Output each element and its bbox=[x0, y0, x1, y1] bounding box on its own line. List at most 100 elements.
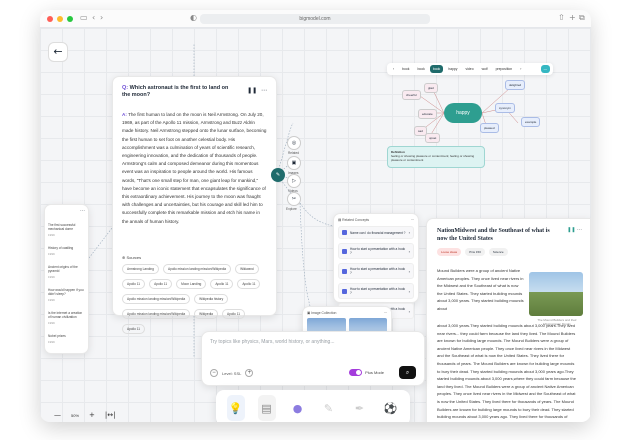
mindmap-node[interactable]: pleased bbox=[480, 123, 499, 133]
source-chip[interactable]: Apollo 11 bbox=[149, 279, 173, 289]
list-item[interactable]: Ancient origins of the pyramid 1999 bbox=[48, 265, 85, 279]
related-concepts-card: ▤ Related Concepts ⋯ Name can I do finan… bbox=[333, 213, 419, 319]
pen-icon[interactable]: ✒ bbox=[351, 395, 369, 421]
sidebar-icon[interactable]: ▭ bbox=[80, 13, 88, 22]
source-chip[interactable]: Apollo 11 bbox=[122, 279, 146, 289]
images-title: ▣ Image Collection ⋯ bbox=[307, 311, 387, 315]
back-button[interactable]: ← bbox=[48, 42, 68, 62]
source-chip[interactable]: Apollo 11 bbox=[221, 309, 246, 319]
mindmap-node[interactable]: cheerful bbox=[402, 90, 421, 100]
keyword-tab[interactable]: book bbox=[415, 65, 428, 73]
pause-icon[interactable]: ❚❚ bbox=[247, 87, 257, 94]
tab-next-icon[interactable]: › bbox=[517, 65, 524, 73]
tabs-icon[interactable]: ⧉ bbox=[579, 13, 585, 23]
prompt-box[interactable]: Try topics like physics, Mars, world his… bbox=[201, 331, 425, 386]
bulb-icon[interactable]: 💡 bbox=[226, 395, 245, 421]
list-item[interactable]: Is the internet a creation of human civi… bbox=[48, 311, 85, 325]
videos-node[interactable]: ▷ bbox=[287, 174, 301, 188]
back-icon[interactable]: ‹ bbox=[92, 13, 95, 22]
related-item[interactable]: How to start a presentation with a hook … bbox=[338, 263, 414, 279]
card-icon[interactable]: ▤ bbox=[257, 395, 276, 421]
article-body: about 3,000 years.They started building … bbox=[437, 323, 576, 422]
keyword-tab[interactable]: wolf bbox=[479, 65, 491, 73]
more-icon[interactable]: ⋯ bbox=[48, 208, 85, 214]
zoom-out-button[interactable]: — bbox=[54, 411, 61, 419]
related-node[interactable]: ◎ bbox=[287, 136, 301, 150]
forward-icon[interactable]: › bbox=[100, 13, 103, 22]
expand-hub[interactable]: ✎ bbox=[271, 168, 285, 182]
mindmap-node[interactable]: delighted bbox=[505, 80, 526, 90]
source-chip[interactable]: Wikiwand bbox=[235, 264, 259, 274]
shield-icon: ◐ bbox=[190, 13, 197, 22]
list-item[interactable]: Nobel prizes 1999 bbox=[48, 334, 85, 344]
article-tag[interactable]: Pins 150 bbox=[465, 248, 485, 256]
search-button[interactable]: ⌕ bbox=[399, 366, 416, 379]
new-tab-icon[interactable]: + bbox=[569, 13, 576, 22]
qa-card: Q: Which astronaut is the first to land … bbox=[112, 76, 277, 334]
source-chip[interactable]: Apollo mission landing mission/Wikipedia bbox=[162, 264, 232, 274]
related-item[interactable]: Name can I do financial management ? › bbox=[338, 226, 414, 239]
tool-dock: 💡 ▤ ● ✎ ✒ ⚽ bbox=[216, 390, 410, 422]
address-bar[interactable]: bigmodel.com bbox=[200, 14, 430, 24]
mindmap-node[interactable]: example bbox=[521, 117, 541, 127]
article-card: NationMidwest and the Southeast of what … bbox=[426, 218, 591, 422]
list-item[interactable]: How would happen if you didn't sleep? 199… bbox=[48, 288, 85, 302]
increase-level-button[interactable]: + bbox=[245, 369, 254, 377]
card-controls: ❚❚ ⋯ bbox=[247, 87, 267, 94]
list-item[interactable]: History of castling 1999 bbox=[48, 246, 85, 256]
mindmap-node[interactable]: upset bbox=[425, 133, 441, 143]
close-dot[interactable] bbox=[47, 16, 53, 22]
keyword-tab[interactable]: happy bbox=[445, 65, 460, 73]
tab-prev-icon[interactable]: ‹ bbox=[390, 65, 397, 73]
ball-icon[interactable]: ⚽ bbox=[382, 395, 400, 421]
source-chip[interactable]: Wikipedia history bbox=[194, 294, 229, 304]
mindmap-node[interactable]: synonym bbox=[495, 103, 516, 113]
more-icon[interactable]: ⋯ bbox=[577, 227, 582, 233]
related-node-label: Related bbox=[288, 151, 299, 155]
article-body: Mound Builders were a group of ancient N… bbox=[437, 268, 524, 311]
related-item[interactable]: How to start a presentation with a hook … bbox=[338, 283, 414, 299]
source-chip[interactable]: Moon Landing bbox=[176, 279, 207, 289]
zoom-controls: — 50% + |↔| bbox=[54, 411, 115, 419]
browser-titlebar: ▭ ‹ › ◐ bigmodel.com ⇧ + ⧉ bbox=[40, 10, 591, 28]
source-chip[interactable]: Armstrong Landing bbox=[122, 264, 159, 274]
assistant-icon[interactable]: ● bbox=[289, 395, 307, 421]
plus-mode-toggle[interactable]: Plus Mode bbox=[349, 369, 384, 376]
decrease-level-button[interactable]: − bbox=[210, 369, 218, 377]
definition-box: Definition feeling or showing pleasure o… bbox=[387, 146, 485, 168]
source-chip[interactable]: Apollo 11 bbox=[122, 324, 146, 334]
minimize-dot[interactable] bbox=[57, 16, 63, 22]
fit-button[interactable]: |↔| bbox=[105, 411, 116, 419]
keyword-tab-active[interactable]: book bbox=[429, 65, 444, 73]
article-tag[interactable]: Loose ideas bbox=[437, 248, 462, 256]
source-chip[interactable]: Apollo 11 bbox=[210, 279, 234, 289]
maximize-dot[interactable] bbox=[67, 16, 73, 22]
keyword-tab[interactable]: book bbox=[399, 65, 412, 73]
source-chip[interactable]: Apollo 11 bbox=[237, 279, 261, 289]
zoom-in-button[interactable]: + bbox=[89, 411, 95, 419]
source-chip[interactable]: Wikipedia bbox=[194, 309, 218, 319]
images-node[interactable]: ▣ bbox=[287, 156, 301, 170]
article-tag[interactable]: Science bbox=[488, 248, 508, 256]
keyword-tab[interactable]: preposition bbox=[493, 65, 516, 73]
source-chip[interactable]: Apollo mission landing mission/Wikipedia bbox=[122, 309, 191, 319]
source-chip[interactable]: Apollo mission landing mission/Wikipedia bbox=[122, 294, 191, 304]
mindmap-node[interactable]: glad bbox=[424, 83, 438, 93]
mindmap-center[interactable]: happy bbox=[444, 103, 482, 123]
add-tab-button[interactable]: — bbox=[540, 65, 550, 73]
more-icon[interactable]: ⋯ bbox=[384, 311, 387, 315]
explore-node[interactable]: ✂ bbox=[287, 192, 301, 206]
pause-icon[interactable]: ❚❚ bbox=[567, 227, 575, 233]
pencil-icon[interactable]: ✎ bbox=[320, 395, 338, 421]
keyword-tab[interactable]: video bbox=[462, 65, 476, 73]
more-icon[interactable]: ⋯ bbox=[261, 87, 267, 94]
answer: A: The first human to land on the moon i… bbox=[122, 112, 267, 224]
mindmap-node[interactable]: educate bbox=[418, 109, 437, 119]
related-item[interactable]: How to start a presentation with a hook … bbox=[338, 243, 414, 259]
more-icon[interactable]: ⋯ bbox=[411, 218, 414, 222]
mound-image[interactable] bbox=[529, 272, 583, 316]
list-item[interactable]: The first successful mechanical dome 1999 bbox=[48, 223, 85, 237]
share-icon[interactable]: ⇧ bbox=[558, 13, 565, 22]
prompt-input[interactable]: Try topics like physics, Mars, world his… bbox=[210, 339, 416, 345]
canvas[interactable]: ← Q: Which astronaut is the first to lan… bbox=[40, 28, 591, 422]
